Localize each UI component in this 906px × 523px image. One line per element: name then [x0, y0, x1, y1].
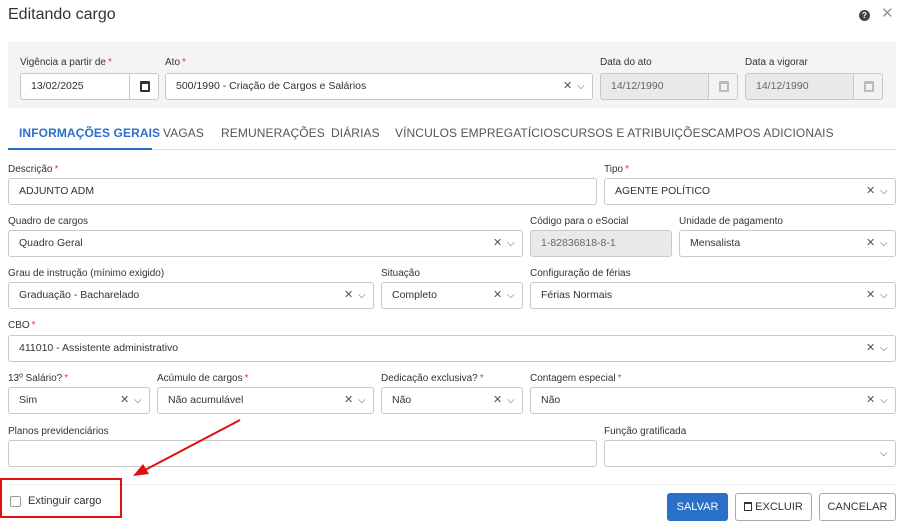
annotation-arrow [133, 419, 241, 476]
delete-label: EXCLUIR [755, 501, 803, 513]
delete-button[interactable]: EXCLUIR [735, 493, 812, 521]
cancel-button[interactable]: CANCELAR [819, 493, 896, 521]
trash-icon [744, 502, 753, 511]
save-button[interactable]: SALVAR [667, 493, 728, 521]
